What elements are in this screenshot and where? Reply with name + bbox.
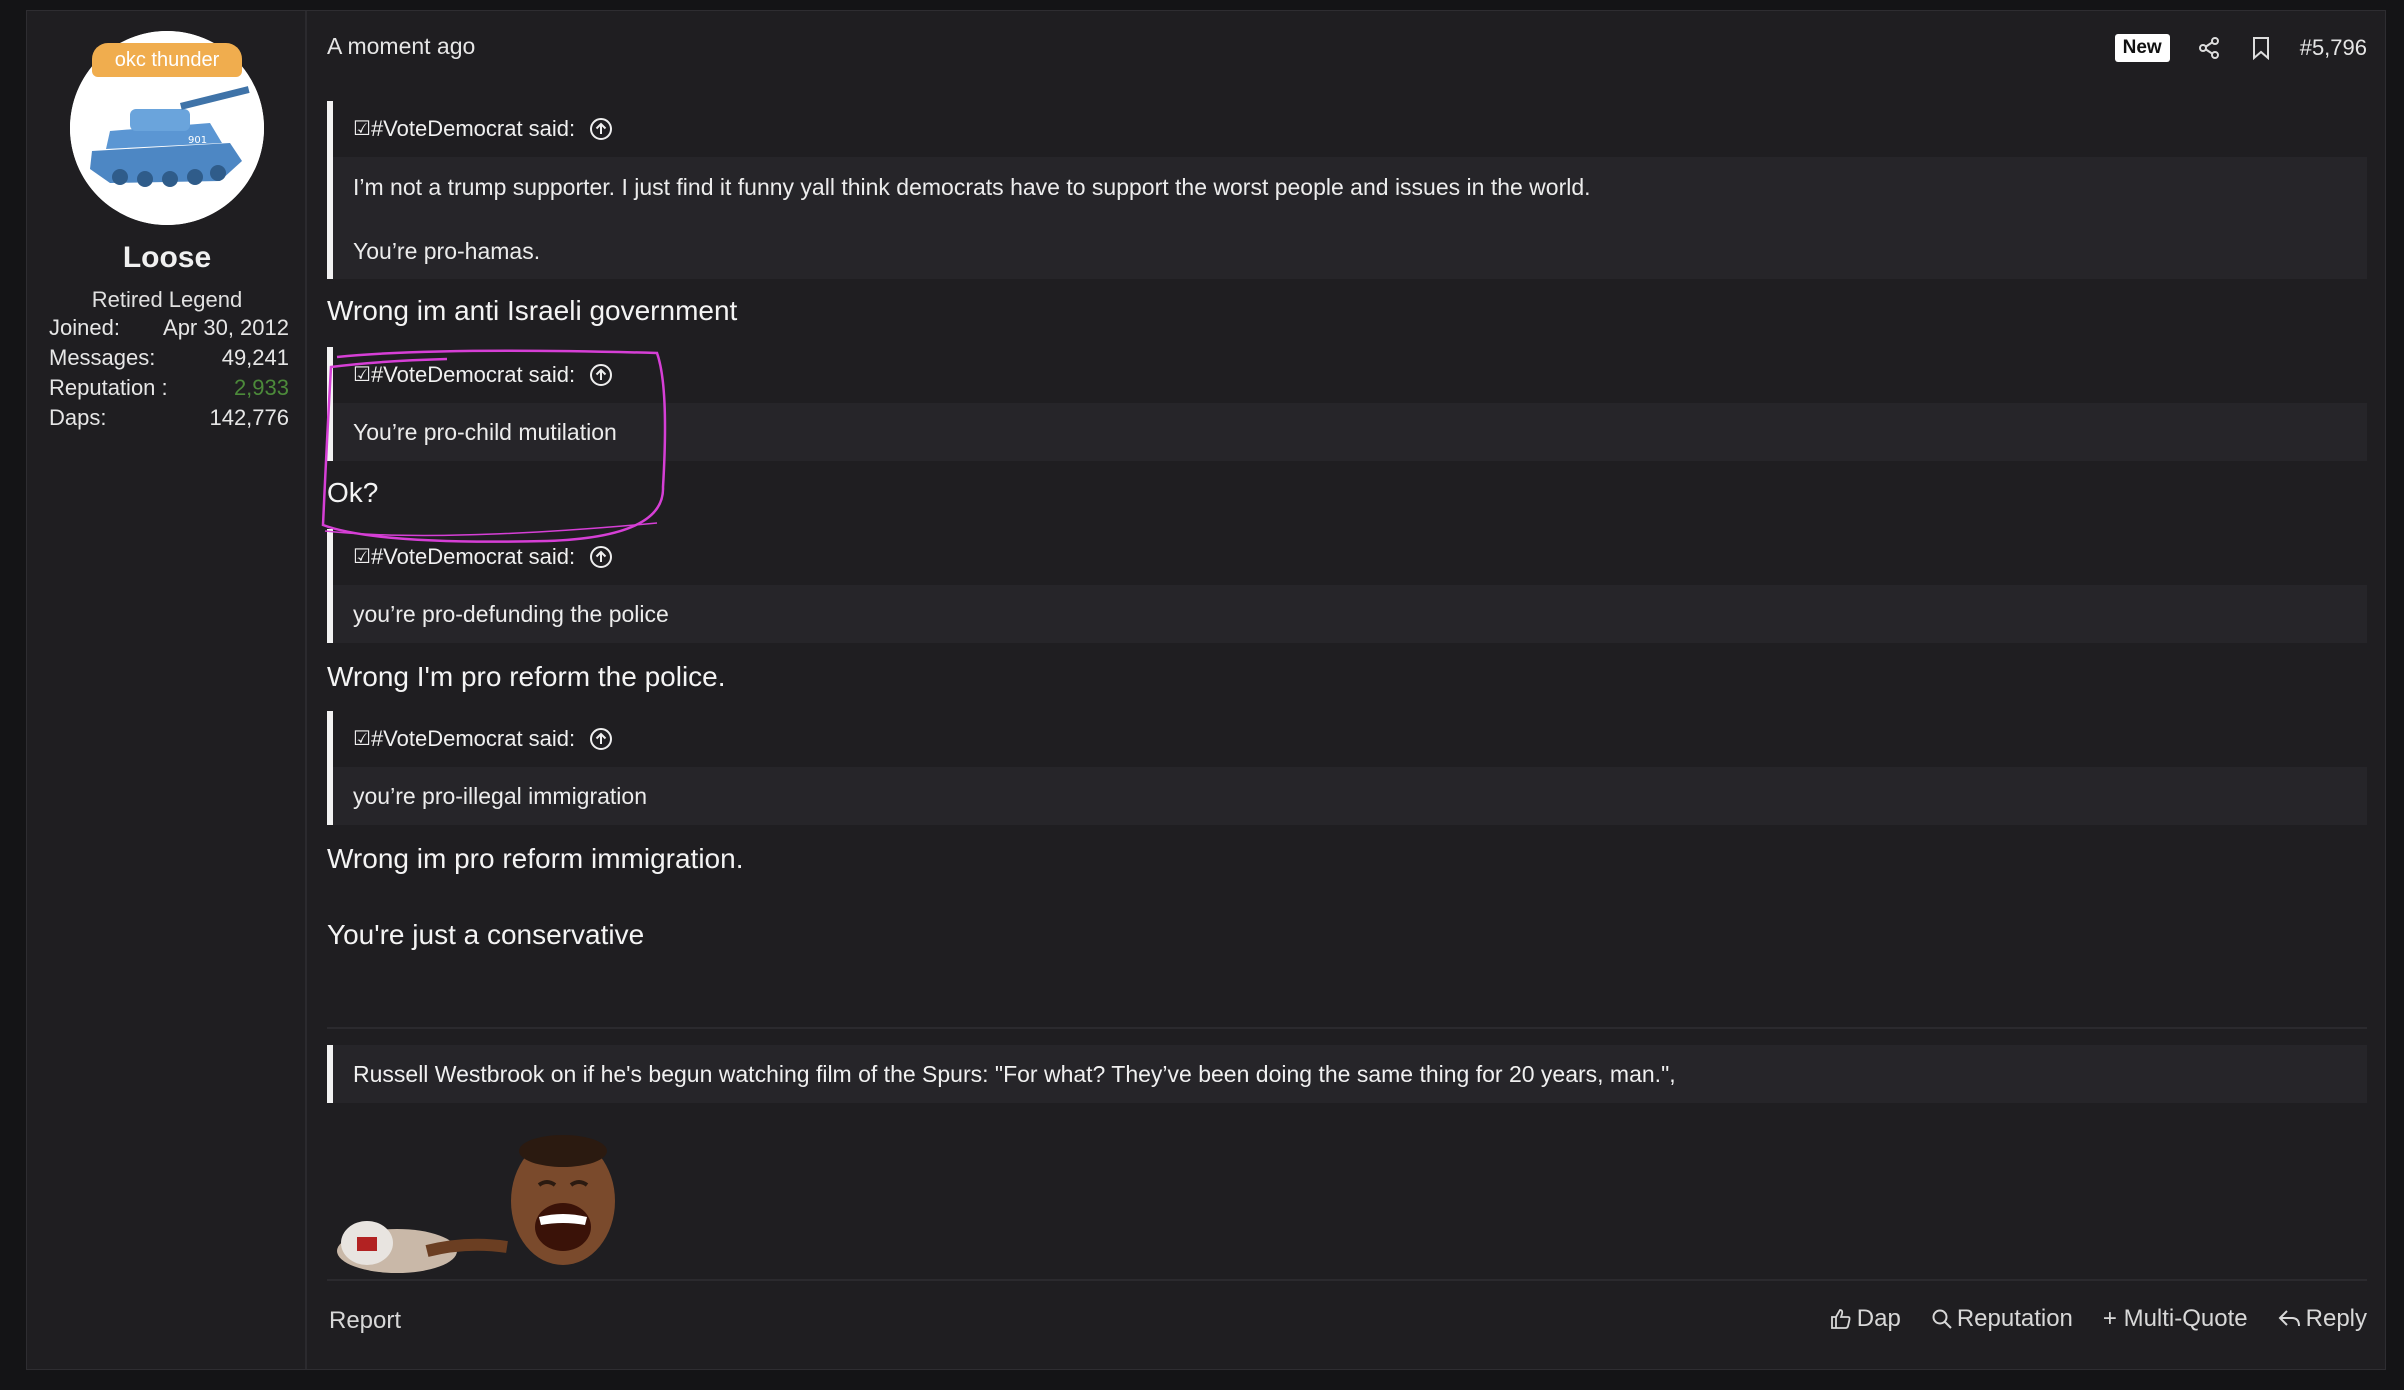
reputation-label: Reputation: [1956, 1305, 2073, 1332]
jump-up-icon[interactable]: [589, 545, 613, 569]
search-icon: [1932, 1309, 1952, 1329]
stat-value: Apr 30, 2012: [163, 315, 289, 340]
quote-author[interactable]: #VoteDemocrat said:: [371, 101, 575, 157]
jump-up-icon[interactable]: [589, 727, 613, 751]
checkbox-icon: ☑: [353, 364, 371, 386]
message-footer: Report Dap Reputation + Multi-Quote Repl…: [327, 1279, 2367, 1361]
jump-up-icon[interactable]: [589, 363, 613, 387]
stat-label: Joined:: [49, 315, 120, 340]
quote-author[interactable]: #VoteDemocrat said:: [371, 529, 575, 585]
signature-quote: Russell Westbrook on if he's begun watch…: [327, 1045, 2367, 1103]
stat-daps: Daps: 142,776: [49, 405, 289, 435]
message-column: A moment ago New #5,796 ☑ #VoteDemocrat …: [327, 11, 2387, 1369]
share-icon[interactable]: [2196, 35, 2222, 61]
username[interactable]: Loose: [27, 241, 307, 275]
stat-value: 142,776: [209, 405, 289, 430]
checkbox-icon: ☑: [353, 118, 371, 140]
quote-header: ☑ #VoteDemocrat said:: [333, 347, 2367, 403]
reply-text: Ok?: [327, 477, 379, 508]
stat-label: Daps:: [49, 405, 107, 430]
reply-text: Wrong im pro reform immigration.: [327, 843, 744, 874]
multi-quote-button[interactable]: + Multi-Quote: [2103, 1305, 2248, 1333]
quote-block: ☑ #VoteDemocrat said: You’re pro-child m…: [327, 347, 2367, 461]
stat-joined: Joined: Apr 30, 2012: [49, 315, 289, 345]
user-title: Retired Legend: [91, 287, 243, 312]
reply-text: Wrong I'm pro reform the police.: [327, 661, 726, 692]
stat-value: 2,933: [233, 375, 289, 400]
stat-label: Messages:: [49, 345, 156, 370]
new-badge: New: [2114, 34, 2170, 62]
bookmark-icon[interactable]: [2248, 35, 2274, 61]
dap-button[interactable]: Dap: [1829, 1305, 1901, 1333]
reputation-button[interactable]: Reputation: [1931, 1305, 2073, 1333]
jump-up-icon[interactable]: [589, 117, 613, 141]
stat-value[interactable]: 49,241: [222, 345, 289, 371]
reply-text: You're just a conservative: [327, 919, 645, 950]
thumbs-up-icon: [1830, 1309, 1851, 1329]
reply-text: Wrong im anti Israeli government: [327, 295, 738, 326]
quote-text: you’re pro-defunding the police: [353, 601, 669, 627]
quote-author[interactable]: #VoteDemocrat said:: [371, 711, 575, 767]
quote-block: ☑ #VoteDemocrat said: I’m not a trump su…: [327, 101, 2367, 279]
checkbox-icon: ☑: [353, 546, 371, 568]
quote-header: ☑ #VoteDemocrat said:: [333, 711, 2367, 767]
signature-divider: [327, 1027, 2367, 1029]
stat-messages: Messages: 49,241: [49, 345, 289, 375]
quote-header: ☑ #VoteDemocrat said:: [333, 101, 2367, 157]
multi-quote-label: + Multi-Quote: [2102, 1305, 2248, 1332]
quote-body: You’re pro-child mutilation: [333, 403, 2367, 461]
svg-text:901: 901: [188, 135, 207, 146]
user-banner: okc thunder: [92, 43, 242, 77]
quote-block: ☑ #VoteDemocrat said: you’re pro-illegal…: [327, 711, 2367, 825]
westbrook-laughing-icon: [337, 1135, 615, 1273]
footer-actions: Dap Reputation + Multi-Quote Reply: [1829, 1305, 2367, 1333]
checkbox-icon: ☑: [353, 728, 371, 750]
quote-author[interactable]: #VoteDemocrat said:: [371, 347, 575, 403]
quote-text: You’re pro-hamas.: [353, 238, 541, 264]
quote-text: I’m not a trump supporter. I just find i…: [353, 174, 1591, 200]
stat-label: Reputation :: [49, 375, 168, 400]
quote-text: you’re pro-illegal immigration: [353, 783, 648, 809]
quote-body: I’m not a trump supporter. I just find i…: [333, 157, 2367, 279]
signature-image: [327, 1131, 627, 1291]
stat-reputation: Reputation : 2,933: [49, 375, 289, 405]
quote-text: You’re pro-child mutilation: [353, 419, 617, 445]
quote-block: ☑ #VoteDemocrat said: you’re pro-defundi…: [327, 529, 2367, 643]
post-time[interactable]: A moment ago: [327, 33, 475, 60]
reply-label: Reply: [2305, 1305, 2367, 1332]
post-container: 901 okc thunder Loose Retired Legend Joi…: [26, 10, 2386, 1370]
reply-arrow-icon: [2278, 1310, 2300, 1327]
quote-body: you’re pro-illegal immigration: [333, 767, 2367, 825]
reply-button[interactable]: Reply: [2278, 1305, 2367, 1333]
user-info-panel: 901 okc thunder Loose Retired Legend Joi…: [27, 11, 307, 1369]
quote-header: ☑ #VoteDemocrat said:: [333, 529, 2367, 585]
report-link[interactable]: Report: [329, 1307, 401, 1335]
header-actions: New #5,796: [2114, 31, 2367, 65]
dap-label: Dap: [1856, 1305, 1901, 1332]
avatar[interactable]: 901 okc thunder: [70, 31, 264, 225]
quote-body: you’re pro-defunding the police: [333, 585, 2367, 643]
message-header: A moment ago New #5,796: [327, 11, 2367, 81]
post-number[interactable]: #5,796: [2300, 35, 2367, 61]
